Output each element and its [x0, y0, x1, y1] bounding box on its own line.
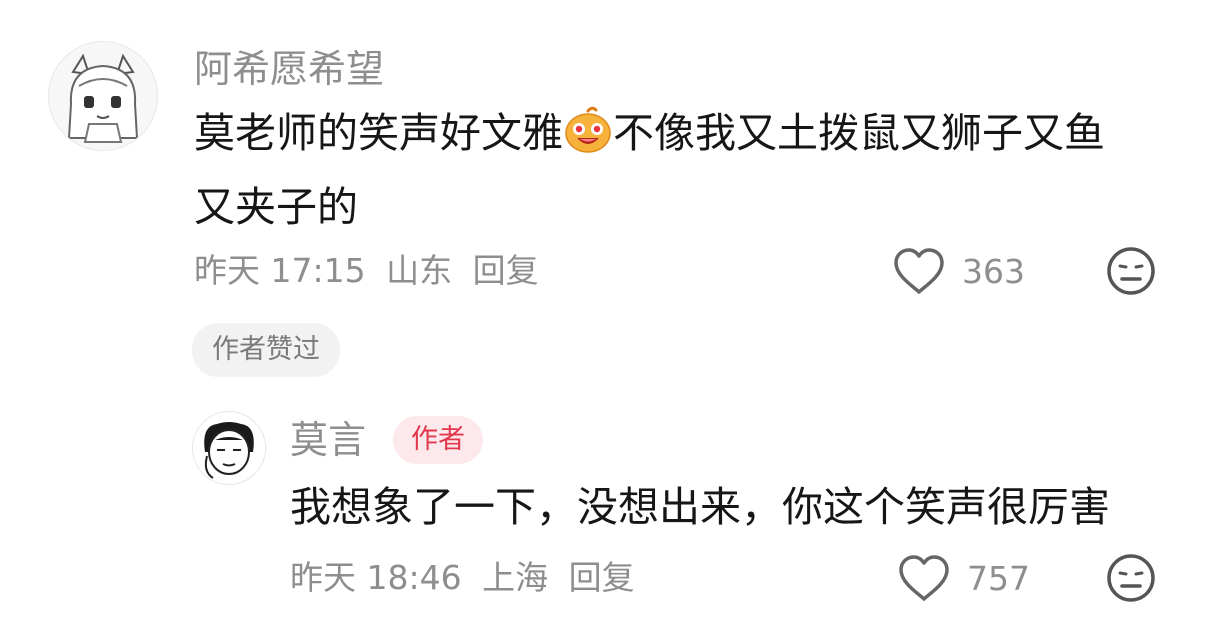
author-liked-badge: 作者赞过 — [192, 323, 340, 377]
reply-reply-button[interactable]: 回复 — [569, 558, 635, 597]
reply-location: 上海 — [482, 558, 549, 597]
commenter-avatar[interactable] — [48, 41, 158, 151]
heart-outline-icon[interactable] — [897, 553, 951, 603]
comment-text-part1: 莫老师的笑声好文雅 — [194, 109, 563, 157]
reply-meta: 昨天 18:46 上海 回复 — [290, 561, 645, 594]
comment-location: 山东 — [386, 251, 453, 290]
author-avatar[interactable] — [192, 411, 266, 485]
comment-like-button[interactable]: 363 — [892, 244, 1025, 298]
reply-like-button[interactable]: 757 — [897, 551, 1030, 605]
author-tag: 作者 — [393, 416, 483, 464]
comment-like-count: 363 — [962, 251, 1025, 291]
author-username[interactable]: 莫言 — [290, 421, 366, 459]
commenter-username[interactable]: 阿希愿希望 — [194, 50, 384, 88]
grinning-blob-emoji — [563, 105, 613, 155]
reply-like-count: 757 — [967, 558, 1030, 598]
comment-time: 昨天 17:15 — [194, 251, 366, 290]
comment-reply-button[interactable]: 回复 — [473, 251, 539, 290]
comment-text-part2: 不像我又土拨鼠又狮子又鱼 — [613, 109, 1105, 157]
comment-text: 莫老师的笑声好文雅 不像我又土拨鼠又狮子又鱼 — [194, 96, 1105, 170]
meh-face-icon[interactable] — [1106, 246, 1156, 296]
meh-face-icon[interactable] — [1106, 553, 1156, 603]
reply-text: 我想象了一下，没想出来，你这个笑声很厉害 — [290, 483, 1110, 531]
comment-meta: 昨天 17:15 山东 回复 — [194, 254, 549, 287]
heart-outline-icon[interactable] — [892, 246, 946, 296]
reply-time: 昨天 18:46 — [290, 558, 462, 597]
comment-text-line2: 又夹子的 — [194, 183, 358, 231]
